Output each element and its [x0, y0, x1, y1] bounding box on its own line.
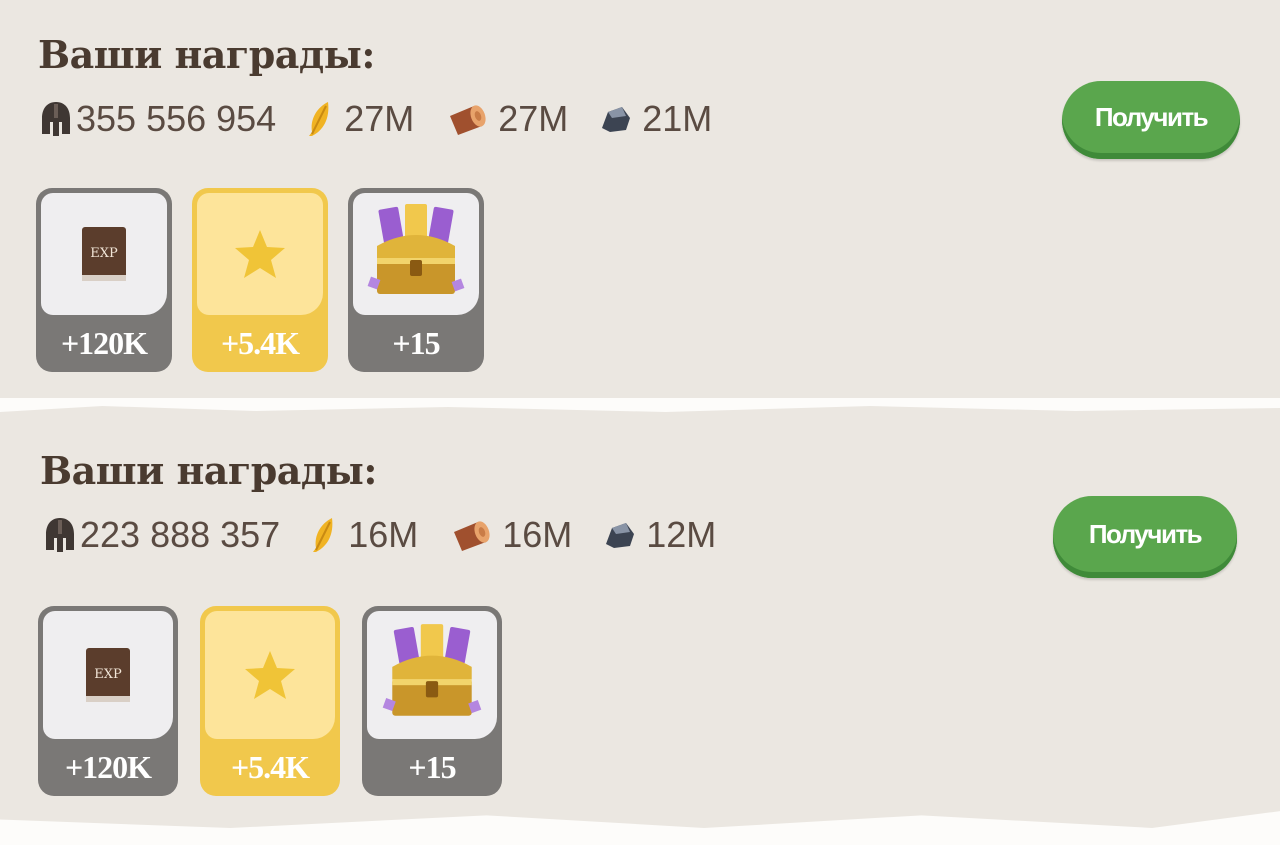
reward-item-exp[interactable]: EXP +120K [38, 606, 178, 796]
reward-count: +120K [60, 325, 148, 361]
reward-count: +15 [408, 749, 456, 785]
feather-value: 16M [348, 514, 419, 555]
reward-item-star[interactable]: +5.4K [192, 188, 328, 372]
resource-stone: 12M [602, 514, 716, 556]
exp-label: EXP [90, 246, 118, 261]
rewards-title: Ваши награды: [38, 32, 375, 77]
rewards-title: Ваши награды: [40, 448, 377, 493]
helmet-icon [46, 518, 74, 552]
reward-item-star[interactable]: +5.4K [200, 606, 340, 796]
reward-panel: Ваши награды: 355 556 954 27M 27M 21M По… [0, 0, 1280, 398]
reward-panel: Ваши награды: 223 888 357 16M 16M 12M По… [0, 406, 1280, 828]
exp-book-icon: EXP [82, 227, 126, 281]
reward-item-exp[interactable]: EXP +120K [36, 188, 172, 372]
reward-count: +5.4K [220, 325, 300, 361]
resource-stone: 21M [598, 98, 712, 140]
helmet-icon [42, 102, 70, 136]
wood-value: 27M [498, 98, 569, 139]
reward-item-chest[interactable]: +15 [362, 606, 502, 796]
exp-book-icon: EXP [86, 648, 130, 702]
resource-row: 355 556 954 27M 27M 21M [40, 98, 742, 140]
treasure-chest-icon [367, 204, 465, 294]
claim-button[interactable]: Получить [1062, 81, 1240, 159]
resource-power: 223 888 357 [44, 514, 280, 556]
reward-count: +15 [392, 325, 440, 361]
claim-button[interactable]: Получить [1053, 496, 1237, 578]
resource-wood: 27M [444, 98, 568, 140]
reward-count: +5.4K [230, 749, 310, 785]
resource-wood: 16M [448, 514, 572, 556]
reward-count: +120K [64, 749, 152, 785]
feather-value: 27M [344, 98, 415, 139]
reward-item-chest[interactable]: +15 [348, 188, 484, 372]
star-icon [235, 230, 285, 278]
wood-log-icon [450, 105, 486, 135]
treasure-chest-icon [382, 624, 482, 716]
stone-icon [602, 107, 631, 132]
resource-feather: 16M [310, 514, 418, 556]
reward-items: EXP +120K +5.4K +15 [36, 188, 504, 372]
stone-icon [606, 523, 635, 548]
power-value: 355 556 954 [76, 98, 277, 139]
stone-value: 21M [642, 98, 713, 139]
exp-label: EXP [94, 667, 122, 682]
resource-row: 223 888 357 16M 16M 12M [44, 514, 746, 556]
feather-icon [309, 102, 329, 136]
star-icon [245, 651, 295, 699]
wood-value: 16M [502, 514, 573, 555]
power-value: 223 888 357 [80, 514, 281, 555]
wood-log-icon [454, 521, 490, 551]
resource-power: 355 556 954 [40, 98, 276, 140]
stone-value: 12M [646, 514, 717, 555]
reward-items: EXP +120K +5.4K +15 [38, 606, 524, 796]
feather-icon [313, 518, 333, 552]
resource-feather: 27M [306, 98, 414, 140]
